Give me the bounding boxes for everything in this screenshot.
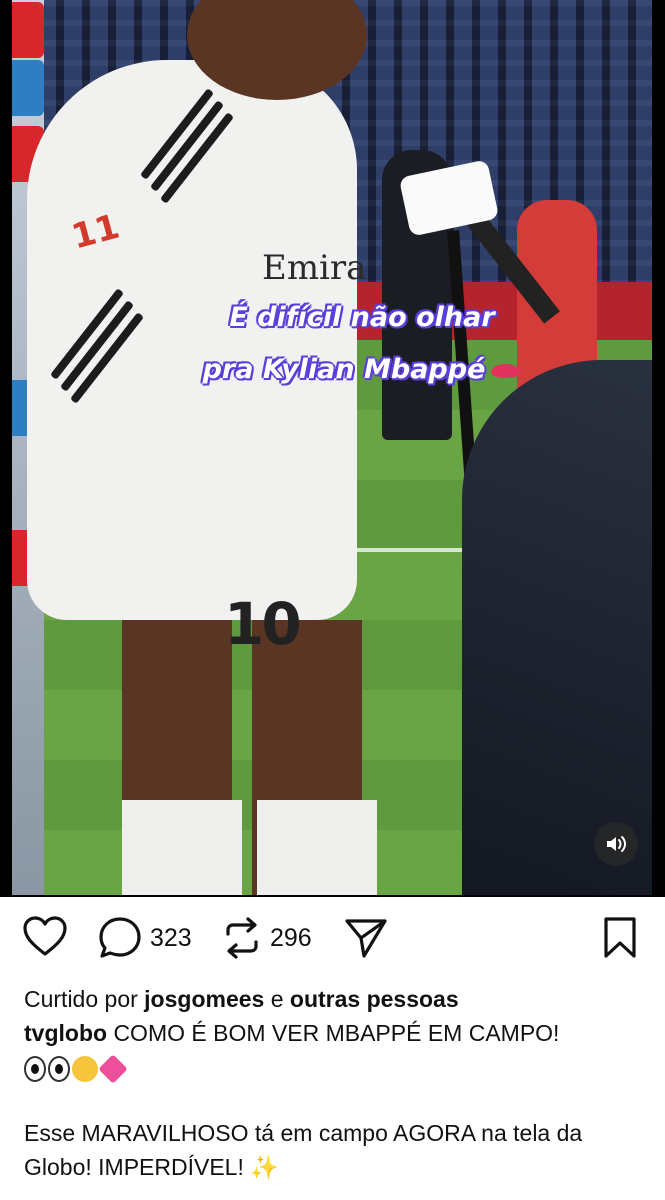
growing-heart-emoji-icon xyxy=(98,1054,128,1084)
caption-emojis xyxy=(24,1052,644,1086)
shorts-number: 10 xyxy=(224,590,302,658)
player-sock xyxy=(257,800,377,895)
comment-button[interactable]: 323 xyxy=(98,916,192,960)
sound-toggle-button[interactable] xyxy=(594,822,638,866)
caption-text: COMO É BOM VER MBAPPÉ EM CAMPO! xyxy=(113,1020,560,1046)
eyes-emoji-icon xyxy=(48,1056,70,1082)
sparkles-emoji-icon: ✨ xyxy=(250,1154,279,1180)
post-body-text: Esse MARAVILHOSO tá em campo AGORA na te… xyxy=(24,1120,583,1180)
overlay-caption-text: pra Kylian Mbappé xyxy=(202,354,486,385)
like-button[interactable] xyxy=(22,916,68,958)
caption-line: tvglobo COMO É BOM VER MBAPPÉ EM CAMPO! xyxy=(24,1016,644,1050)
comment-count: 323 xyxy=(150,923,192,952)
comment-bubble-icon xyxy=(99,917,141,958)
player-sock xyxy=(122,800,242,895)
send-icon xyxy=(345,919,387,958)
overlay-caption-line-1: É difícil não olhar xyxy=(229,302,495,333)
liked-by-joiner: e xyxy=(270,986,284,1012)
liked-by-line: Curtido por josgomees e outras pessoas xyxy=(24,982,644,1016)
liked-by-others-link[interactable]: outras pessoas xyxy=(290,986,459,1012)
post-media[interactable]: Emira 11 10 É difícil não olhar pra Kyli… xyxy=(0,0,665,897)
foreground-shadow xyxy=(462,360,652,895)
repost-button[interactable]: 296 xyxy=(222,916,312,960)
video-player[interactable]: Emira 11 10 É difícil não olhar pra Kyli… xyxy=(12,0,652,895)
speaker-icon xyxy=(607,836,626,852)
post-details: Curtido por josgomees e outras pessoas t… xyxy=(24,982,644,1184)
post-body: Esse MARAVILHOSO tá em campo AGORA na te… xyxy=(24,1116,644,1184)
overlay-caption-line-2: pra Kylian Mbappé xyxy=(152,344,572,396)
sponsor-logo xyxy=(12,2,44,58)
liked-by-user-link[interactable]: josgomees xyxy=(144,986,264,1012)
bookmark-icon xyxy=(604,917,636,958)
video-overlay-caption: É difícil não olhar pra Kylian Mbappé xyxy=(152,292,572,396)
save-button[interactable] xyxy=(602,916,638,960)
post-action-bar: 323 296 xyxy=(0,910,665,966)
eyes-emoji-icon xyxy=(24,1056,46,1082)
share-button[interactable] xyxy=(344,916,388,960)
sponsor-logo xyxy=(12,60,44,116)
lips-emoji-icon xyxy=(491,363,522,378)
author-username-link[interactable]: tvglobo xyxy=(24,1020,107,1046)
liked-by-prefix: Curtido por xyxy=(24,986,138,1012)
repost-count: 296 xyxy=(270,923,312,952)
heart-icon xyxy=(23,916,67,956)
weary-face-emoji-icon xyxy=(72,1056,98,1082)
chest-sponsor: Emira xyxy=(262,248,367,288)
repost-icon xyxy=(226,917,258,959)
